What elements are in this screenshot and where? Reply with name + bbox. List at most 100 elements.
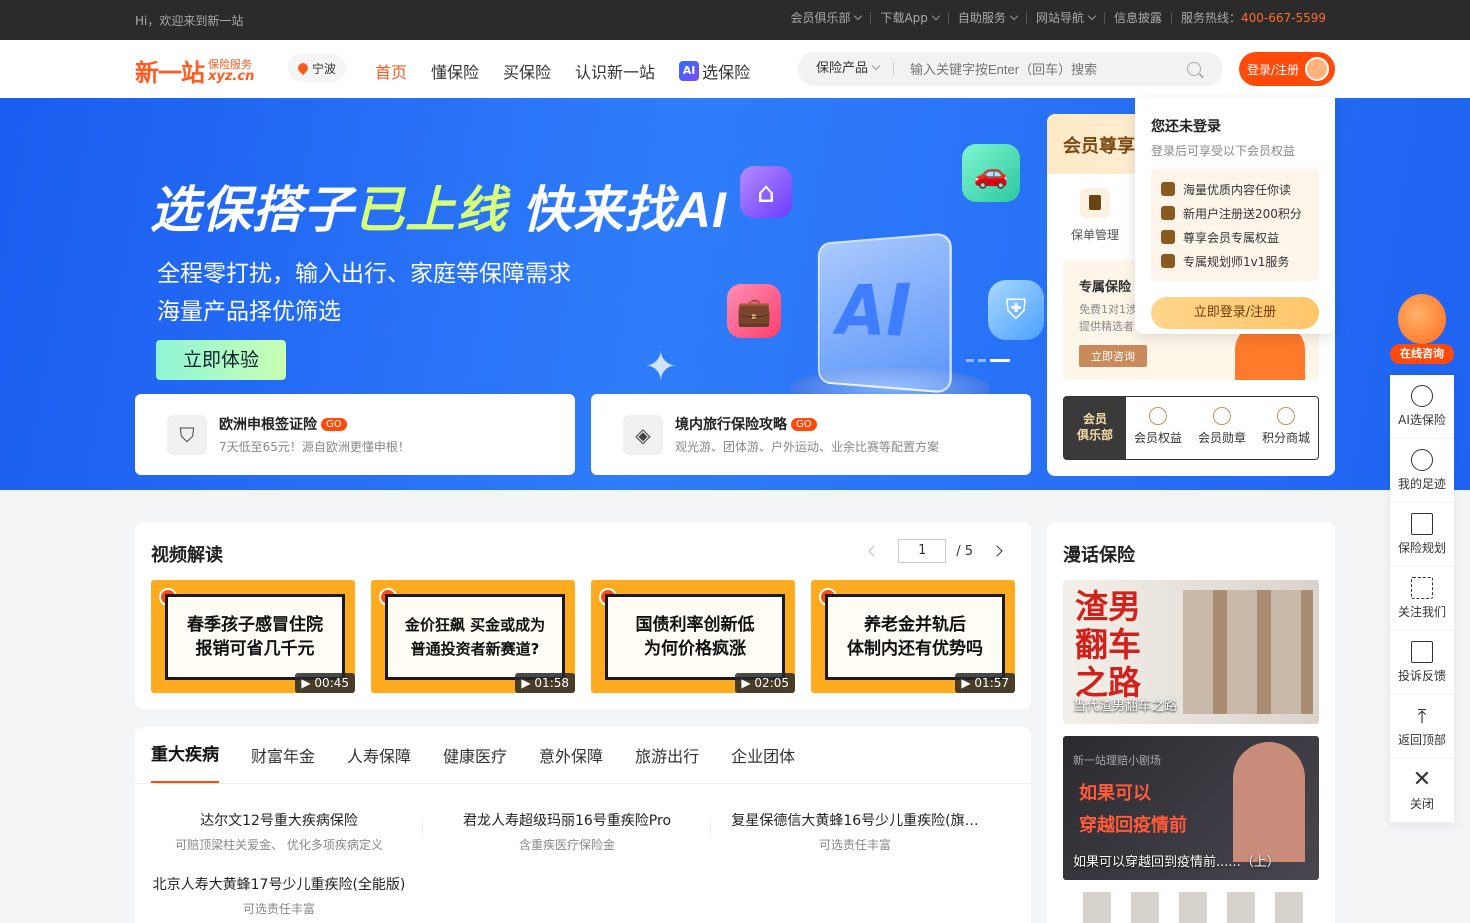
online-consult[interactable]: 在线咨询 — [1390, 290, 1454, 366]
video-duration: ▶ 01:58 — [515, 673, 575, 693]
promo-desc: 7天低至65元！源自欧洲更懂申根！ — [219, 440, 410, 454]
scan-icon — [1411, 577, 1433, 599]
tab-travel[interactable]: 旅游出行 — [635, 743, 699, 767]
popover-login-button[interactable]: 立即登录/注册 — [1151, 297, 1319, 329]
consult-label: 在线咨询 — [1390, 344, 1454, 364]
tab-critical-illness[interactable]: 重大疾病 — [151, 727, 219, 783]
benefit-list: 海量优质内容任你读 新用户注册送200积分 尊享会员专属权益 专属规划师1v1服… — [1151, 169, 1319, 281]
comic-card[interactable] — [1063, 892, 1319, 923]
logo[interactable]: 新一站 保险服务 xyz.cn — [135, 53, 254, 88]
carousel-dot[interactable] — [966, 359, 974, 362]
link-member-club[interactable]: 会员俱乐部 — [781, 12, 870, 24]
nav-about[interactable]: 认识新一站 — [575, 59, 655, 83]
video-card[interactable]: 国债利率创新低 为何价格疯涨 ▶ 02:05 — [591, 580, 795, 693]
search-input[interactable] — [910, 61, 1187, 77]
tab-group[interactable]: 企业团体 — [731, 743, 795, 767]
comic-section: 漫话保险 渣男 翻车 之路 当代渣男翻车之路 新一站理赔小剧场 如果可以 穿越回… — [1047, 522, 1335, 923]
shield-icon: ⛨ — [988, 280, 1044, 340]
member-benefits[interactable]: 会员权益 — [1126, 397, 1190, 459]
top-links: 会员俱乐部 下载App 自助服务 网站导航 信息披露 服务热线：400-667-… — [781, 12, 1335, 24]
points-mall[interactable]: 积分商城 — [1254, 397, 1318, 459]
banner-subtitle-2: 海量产品择优筛选 — [157, 299, 341, 325]
video-title: 养老金并轨后 体制内还有优势吗 — [825, 594, 1005, 680]
search-icon[interactable] — [1187, 62, 1201, 76]
city-name: 宁波 — [311, 61, 336, 76]
video-title: 国债利率创新低 为何价格疯涨 — [605, 594, 785, 680]
side-footprints[interactable]: 我的足迹 — [1390, 439, 1454, 503]
side-feedback[interactable]: 投诉反馈 — [1390, 631, 1454, 695]
banner-cta-button[interactable]: 立即体验 — [156, 340, 286, 380]
side-follow-us[interactable]: 关注我们 — [1390, 567, 1454, 631]
prev-page-icon[interactable] — [868, 545, 880, 557]
ai-badge-icon: AI — [679, 61, 700, 81]
header: 新一站 保险服务 xyz.cn 宁波 首页 懂保险 买保险 认识新一站 AI 选保… — [0, 40, 1470, 98]
hotline-label: 服务热线： — [1180, 11, 1241, 25]
side-label: 关闭 — [1409, 797, 1434, 811]
side-label: 关注我们 — [1397, 605, 1446, 619]
side-close[interactable]: ✕ 关闭 — [1390, 759, 1454, 823]
search-bar: 保险产品 — [798, 52, 1223, 86]
nav-learn[interactable]: 懂保险 — [431, 59, 479, 83]
video-card[interactable]: 春季孩子感冒住院 报销可省几千元 ▶ 00:45 — [151, 580, 355, 693]
logo-sub: 保险服务 xyz.cn — [208, 58, 254, 83]
login-button[interactable]: 登录/注册 — [1239, 52, 1335, 86]
tab-accident[interactable]: 意外保障 — [539, 743, 603, 767]
consult-button[interactable]: 立即咨询 — [1079, 345, 1147, 367]
link-self-service[interactable]: 自助服务 — [947, 12, 1026, 24]
promo-desc: 观光游、团体游、户外运动、业余比赛等配置方案 — [675, 440, 940, 454]
product-item[interactable]: 达尔文12号重大疾病保险 可赔顶梁柱关爱金、 优化多项疾病定义 — [135, 810, 423, 853]
carousel-dots[interactable] — [966, 359, 1010, 362]
house-icon: ⌂ — [740, 166, 792, 218]
benefit-item: 专属规划师1v1服务 — [1161, 249, 1309, 273]
link-site-nav[interactable]: 网站导航 — [1025, 12, 1104, 24]
comic-caption: 如果可以穿越回到疫情前......（上） — [1073, 855, 1280, 870]
page-input[interactable]: 1 — [898, 539, 947, 563]
nav-buy[interactable]: 买保险 — [503, 59, 551, 83]
search-category-select[interactable]: 保险产品 — [798, 62, 895, 76]
policy-management[interactable]: 保单管理 — [1047, 188, 1143, 243]
tab-life[interactable]: 人寿保障 — [347, 743, 411, 767]
comic-card[interactable]: 渣男 翻车 之路 当代渣男翻车之路 — [1063, 580, 1319, 724]
link-download-app[interactable]: 下载App — [870, 12, 947, 24]
next-page-icon[interactable] — [991, 545, 1003, 557]
member-club-label[interactable]: 会员 俱乐部 — [1064, 397, 1126, 459]
go-badge: GO — [321, 417, 347, 431]
tab-divider — [135, 783, 1031, 784]
carousel-dot[interactable] — [978, 359, 986, 362]
product-item[interactable]: 复星保德信大黄蜂16号少儿重疾险(旗… 可选责任丰富 — [711, 810, 999, 853]
gift-icon — [1161, 206, 1175, 220]
coin-icon — [1277, 407, 1295, 425]
points-mall-label: 积分商城 — [1261, 431, 1310, 445]
side-label: 保险规划 — [1397, 541, 1446, 555]
nav-ai-label: 选保险 — [702, 63, 751, 82]
side-planning[interactable]: 保险规划 — [1390, 503, 1454, 567]
carousel-dot-active[interactable] — [990, 359, 1010, 362]
policy-management-label: 保单管理 — [1070, 228, 1119, 242]
video-card[interactable]: 金价狂飙 买金或成为 普通投资者新赛道? ▶ 01:58 — [371, 580, 575, 693]
promo-card-schengen[interactable]: ⛉ 欧洲申根签证险 GO 7天低至65元！源自欧洲更懂申根！ — [135, 394, 575, 475]
go-badge: GO — [791, 417, 817, 431]
side-back-to-top[interactable]: ⤒ 返回顶部 — [1390, 695, 1454, 759]
page-total: / 5 — [956, 543, 973, 559]
close-icon: ✕ — [1412, 767, 1432, 792]
promo-title: 境内旅行保险攻略 — [675, 417, 787, 433]
book-icon — [1411, 513, 1433, 535]
promo-card-domestic-travel[interactable]: ◈ 境内旅行保险攻略 GO 观光游、团体游、户外运动、业余比赛等配置方案 — [591, 394, 1031, 475]
video-card[interactable]: 养老金并轨后 体制内还有优势吗 ▶ 01:57 — [811, 580, 1015, 693]
video-title: 金价狂飙 买金或成为 普通投资者新赛道? — [385, 594, 565, 680]
side-ai-select[interactable]: AI选保险 — [1390, 375, 1454, 439]
tab-health[interactable]: 健康医疗 — [443, 743, 507, 767]
link-disclosure[interactable]: 信息披露 — [1103, 12, 1171, 24]
tab-annuity[interactable]: 财富年金 — [251, 743, 315, 767]
welcome-text: Hi，欢迎来到新一站 — [135, 14, 244, 28]
shield-check-icon: ⛉ — [167, 414, 207, 455]
product-item[interactable]: 北京人寿大黄蜂17号少儿重疾险(全能版) 可选责任丰富 — [135, 874, 423, 917]
nav-home[interactable]: 首页 — [375, 59, 407, 83]
city-selector[interactable]: 宁波 — [288, 54, 346, 82]
nav-ai-select[interactable]: AI 选保险 — [679, 59, 750, 83]
comic-person-image — [1233, 742, 1305, 862]
benefit-item: 尊享会员专属权益 — [1161, 225, 1309, 249]
comic-card[interactable]: 新一站理赔小剧场 如果可以 穿越回疫情前 如果可以穿越回到疫情前......（上… — [1063, 736, 1319, 880]
product-item[interactable]: 君龙人寿超级玛丽16号重疾险Pro 含重疾医疗保险金 — [423, 810, 711, 853]
member-medals[interactable]: 会员勋章 — [1190, 397, 1254, 459]
